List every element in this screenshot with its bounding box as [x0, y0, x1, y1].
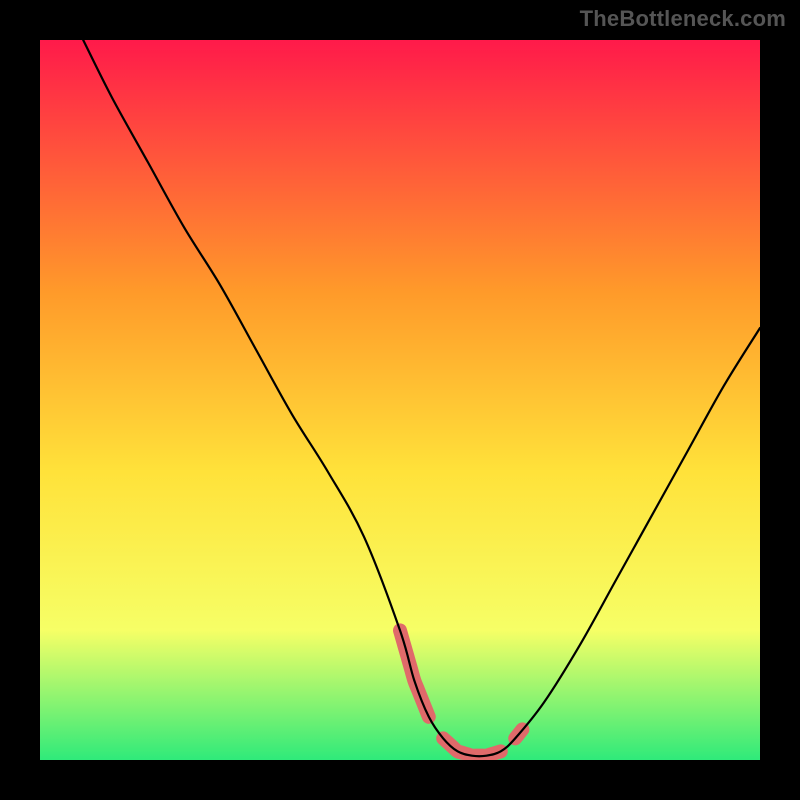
watermark-text: TheBottleneck.com — [580, 6, 786, 32]
plot-area — [40, 40, 760, 760]
chart-stage: TheBottleneck.com — [0, 0, 800, 800]
bottleneck-chart — [40, 40, 760, 760]
